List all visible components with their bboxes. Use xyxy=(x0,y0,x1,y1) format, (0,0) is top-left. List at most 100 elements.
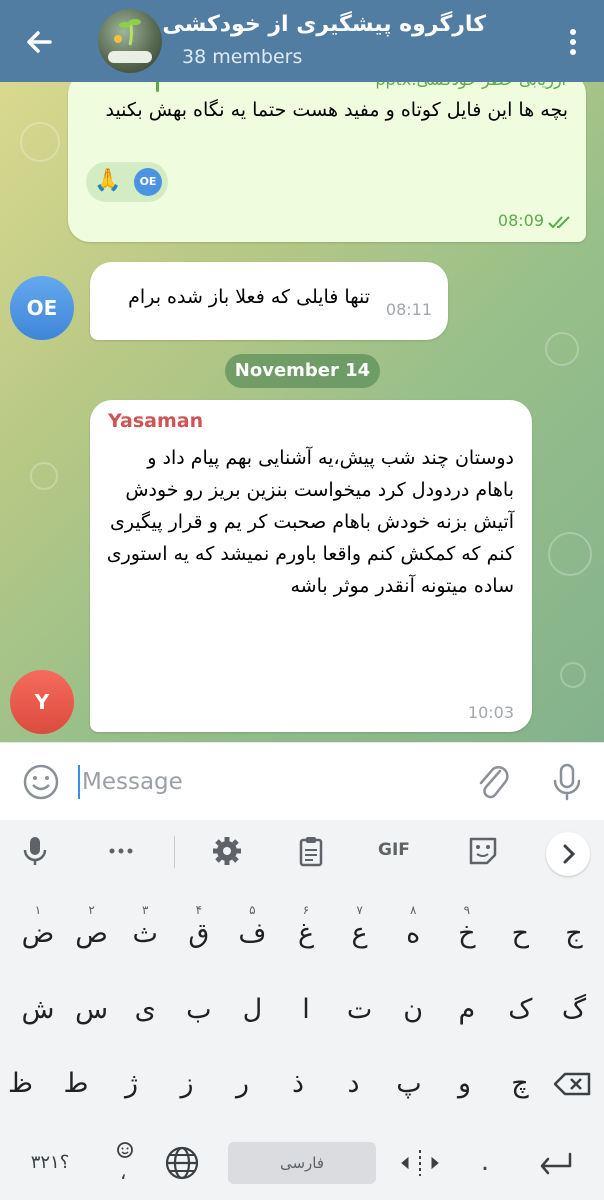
reaction-chip[interactable]: 🙏 OE xyxy=(86,162,168,202)
key-hint: ۱ xyxy=(34,903,42,917)
key-row2-7[interactable]: ب xyxy=(172,980,226,1040)
message-input[interactable] xyxy=(82,763,442,801)
key-label: ع xyxy=(351,918,368,949)
key-row1-3[interactable]: ه۸ xyxy=(386,904,440,964)
message-text: تنها فایلی که فعلا باز شده برام xyxy=(128,286,370,308)
key-label: س xyxy=(75,994,109,1025)
key-row2-5[interactable]: ا xyxy=(279,980,333,1040)
wallpaper-doodle xyxy=(545,332,579,366)
attach-button[interactable] xyxy=(476,761,512,803)
key-row2-3[interactable]: ن xyxy=(386,980,440,1040)
emoji-button[interactable] xyxy=(22,763,60,801)
voice-typing-button[interactable] xyxy=(18,834,52,868)
menu-button[interactable] xyxy=(568,26,578,58)
gif-button[interactable]: GIF xyxy=(378,840,410,860)
key-row1-10[interactable]: ض۱ xyxy=(11,904,65,964)
key-label: ص xyxy=(75,918,108,949)
key-label: ر xyxy=(235,1068,250,1099)
language-key[interactable] xyxy=(162,1142,202,1200)
sticker-button[interactable] xyxy=(466,834,500,868)
key-row1-1[interactable]: ح xyxy=(493,904,547,964)
reply-file-name[interactable]: ارزیابی خطر خودکشی.pptx xyxy=(166,82,566,90)
cursor-move-key[interactable] xyxy=(398,1142,442,1200)
key-row1-7[interactable]: ق۴ xyxy=(172,904,226,964)
group-title[interactable]: کارگروه پیشگیری از خودکشی xyxy=(162,12,486,37)
key-row2-0[interactable]: گ xyxy=(547,980,601,1040)
mic-icon xyxy=(23,837,47,865)
key-row2-4[interactable]: ت xyxy=(333,980,387,1040)
avatar[interactable]: Y xyxy=(10,670,74,734)
key-row3-4[interactable]: ذ xyxy=(271,1054,325,1114)
key-row3-5[interactable]: ر xyxy=(216,1054,270,1114)
back-button[interactable] xyxy=(20,22,64,62)
message-bubble-incoming[interactable]: تنها فایلی که فعلا باز شده برام 08:11 xyxy=(90,262,448,340)
backspace-key[interactable] xyxy=(548,1054,598,1114)
message-bubble-incoming[interactable]: Yasaman دوستان چند شب پیش،یه آشنایی بهم … xyxy=(90,400,532,732)
key-label: ی xyxy=(134,994,156,1025)
key-row3-1[interactable]: و xyxy=(438,1054,492,1114)
cursor-arrows-icon xyxy=(401,1150,439,1176)
key-row1-2[interactable]: خ۹ xyxy=(440,904,494,964)
key-row1-9[interactable]: ص۲ xyxy=(65,904,119,964)
voice-record-button[interactable] xyxy=(550,761,584,803)
key-label: ق xyxy=(188,918,210,949)
key-row3-2[interactable]: پ xyxy=(382,1054,436,1114)
avatar[interactable]: OE xyxy=(10,276,74,340)
paperclip-icon xyxy=(479,766,509,799)
message-bubble-outgoing[interactable]: ارزیابی خطر خودکشی.pptx بچه ها این فایل … xyxy=(68,82,586,242)
key-row2-8[interactable]: ی xyxy=(118,980,172,1040)
key-row3-0[interactable]: چ xyxy=(493,1054,547,1114)
symbols-key[interactable]: ؟۳۲۱ xyxy=(20,1142,80,1200)
key-row1-0[interactable]: ج xyxy=(547,904,601,964)
key-label: ض xyxy=(21,918,55,949)
key-row2-9[interactable]: س xyxy=(65,980,119,1040)
enter-key[interactable] xyxy=(534,1142,578,1200)
key-label: غ xyxy=(297,918,315,949)
wallpaper-doodle xyxy=(548,532,592,576)
text-cursor xyxy=(78,765,80,799)
key-row1-6[interactable]: ف۵ xyxy=(225,904,279,964)
group-avatar[interactable] xyxy=(98,9,162,73)
message-time: 10:03 xyxy=(467,703,514,722)
key-row2-1[interactable]: ک xyxy=(493,980,547,1040)
key-label: پ xyxy=(396,1068,422,1099)
key-row3-7[interactable]: ژ xyxy=(105,1054,159,1114)
key-row2-10[interactable]: ش xyxy=(11,980,65,1040)
more-icon xyxy=(109,848,133,854)
pray-emoji-icon: 🙏 xyxy=(94,168,122,193)
key-label: ف xyxy=(238,918,267,949)
arrow-back-icon xyxy=(27,31,52,53)
shift-key[interactable] xyxy=(0,1054,60,1114)
key-label: ح xyxy=(511,918,530,949)
clipboard-icon xyxy=(299,837,323,867)
emoji-key[interactable]: ، xyxy=(108,1136,142,1196)
date-separator: November 14 xyxy=(225,354,380,388)
chat-area[interactable]: ارزیابی خطر خودکشی.pptx بچه ها این فایل … xyxy=(0,82,604,742)
key-hint: ۶ xyxy=(302,903,310,917)
settings-icon xyxy=(213,837,241,865)
key-row2-2[interactable]: م xyxy=(440,980,494,1040)
sender-name[interactable]: Yasaman xyxy=(108,410,203,432)
sticker-icon xyxy=(469,837,497,865)
key-label: ث xyxy=(132,918,158,949)
key-row3-6[interactable]: ز xyxy=(160,1054,214,1114)
key-hint: ۸ xyxy=(409,903,417,917)
clipboard-button[interactable] xyxy=(294,834,328,868)
space-key[interactable]: فارسی xyxy=(228,1142,376,1184)
period-key[interactable]: . xyxy=(470,1136,500,1196)
wallpaper-doodle xyxy=(30,462,58,490)
key-row1-8[interactable]: ث۳ xyxy=(118,904,172,964)
key-label: ک xyxy=(508,994,533,1025)
member-count: 38 members xyxy=(182,46,303,68)
keyboard-settings-button[interactable] xyxy=(210,834,244,868)
key-row3-3[interactable]: د xyxy=(327,1054,381,1114)
key-label: ژ xyxy=(124,1068,139,1099)
toolbar-next-button[interactable] xyxy=(546,832,590,876)
group-photo-icon xyxy=(108,19,152,63)
key-row2-6[interactable]: ل xyxy=(225,980,279,1040)
microphone-icon xyxy=(553,763,581,801)
key-label: ن xyxy=(403,994,424,1025)
more-options-button[interactable] xyxy=(104,834,138,868)
key-row1-5[interactable]: غ۶ xyxy=(279,904,333,964)
key-row1-4[interactable]: ع۷ xyxy=(333,904,387,964)
